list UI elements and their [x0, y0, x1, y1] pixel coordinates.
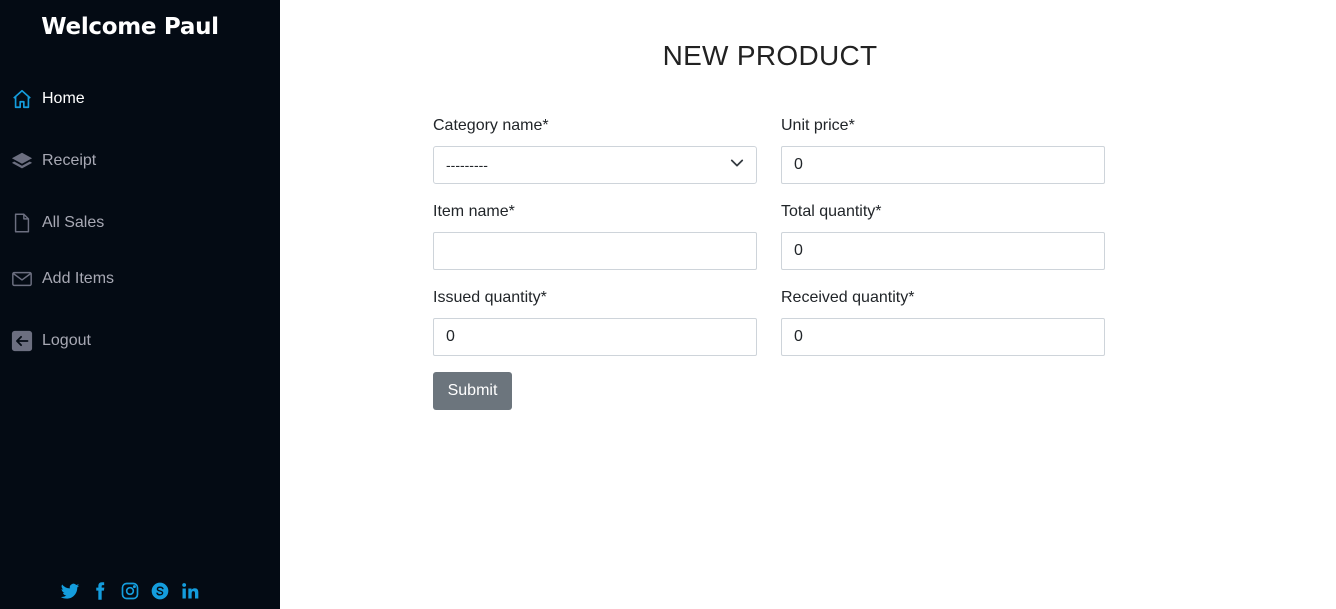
item-name-field: Item name* [433, 200, 757, 270]
layers-icon [10, 149, 34, 173]
facebook-icon[interactable] [88, 580, 112, 602]
chevron-down-icon [730, 147, 744, 183]
arrow-left-square-icon [10, 329, 34, 353]
unit-price-field: Unit price* 0 [781, 114, 1105, 184]
issued-quantity-input[interactable]: 0 [433, 318, 757, 356]
unit-price-input[interactable]: 0 [781, 146, 1105, 184]
nav-item-home[interactable]: Home [10, 87, 85, 111]
linkedin-icon[interactable] [178, 580, 202, 602]
nav-item-label: Add Items [42, 270, 115, 287]
category-select[interactable]: --------- [433, 146, 757, 184]
nav-item-receipt[interactable]: Receipt [10, 149, 96, 173]
received-quantity-label: Received quantity* [781, 289, 915, 306]
issued-quantity-label: Issued quantity* [433, 289, 547, 306]
home-icon [10, 87, 34, 111]
social-links [58, 580, 208, 602]
category-label: Category name* [433, 117, 549, 134]
nav-item-label: Receipt [42, 152, 97, 169]
nav-item-logout[interactable]: Logout [10, 329, 91, 353]
main-content: NEW PRODUCT Category name* --------- Uni… [280, 0, 1336, 609]
category-field: Category name* --------- [433, 114, 757, 184]
page-title: NEW PRODUCT [662, 40, 878, 71]
nav-item-all-sales[interactable]: All Sales [10, 211, 104, 235]
total-quantity-label: Total quantity* [781, 203, 882, 220]
issued-quantity-field: Issued quantity* 0 [433, 286, 757, 356]
file-icon [10, 211, 34, 235]
item-name-input[interactable] [433, 232, 757, 270]
total-quantity-input[interactable]: 0 [781, 232, 1105, 270]
nav-item-add-items[interactable]: Add Items [10, 267, 114, 291]
category-selected-value: --------- [446, 157, 488, 173]
nav-item-label: Logout [42, 332, 91, 349]
sidebar: Welcome Paul Home Receipt All Sales Add … [0, 0, 280, 609]
received-quantity-input[interactable]: 0 [781, 318, 1105, 356]
nav-item-label: Home [42, 90, 85, 107]
skype-icon[interactable] [148, 580, 172, 602]
received-quantity-field: Received quantity* 0 [781, 286, 1105, 356]
welcome-title: Welcome Paul [41, 14, 219, 40]
submit-button[interactable]: Submit [433, 372, 512, 410]
instagram-icon[interactable] [118, 580, 142, 602]
unit-price-label: Unit price* [781, 117, 855, 134]
twitter-icon[interactable] [58, 580, 82, 602]
mail-icon [10, 267, 34, 291]
item-name-label: Item name* [433, 203, 515, 220]
total-quantity-field: Total quantity* 0 [781, 200, 1105, 270]
nav-item-label: All Sales [42, 214, 105, 231]
